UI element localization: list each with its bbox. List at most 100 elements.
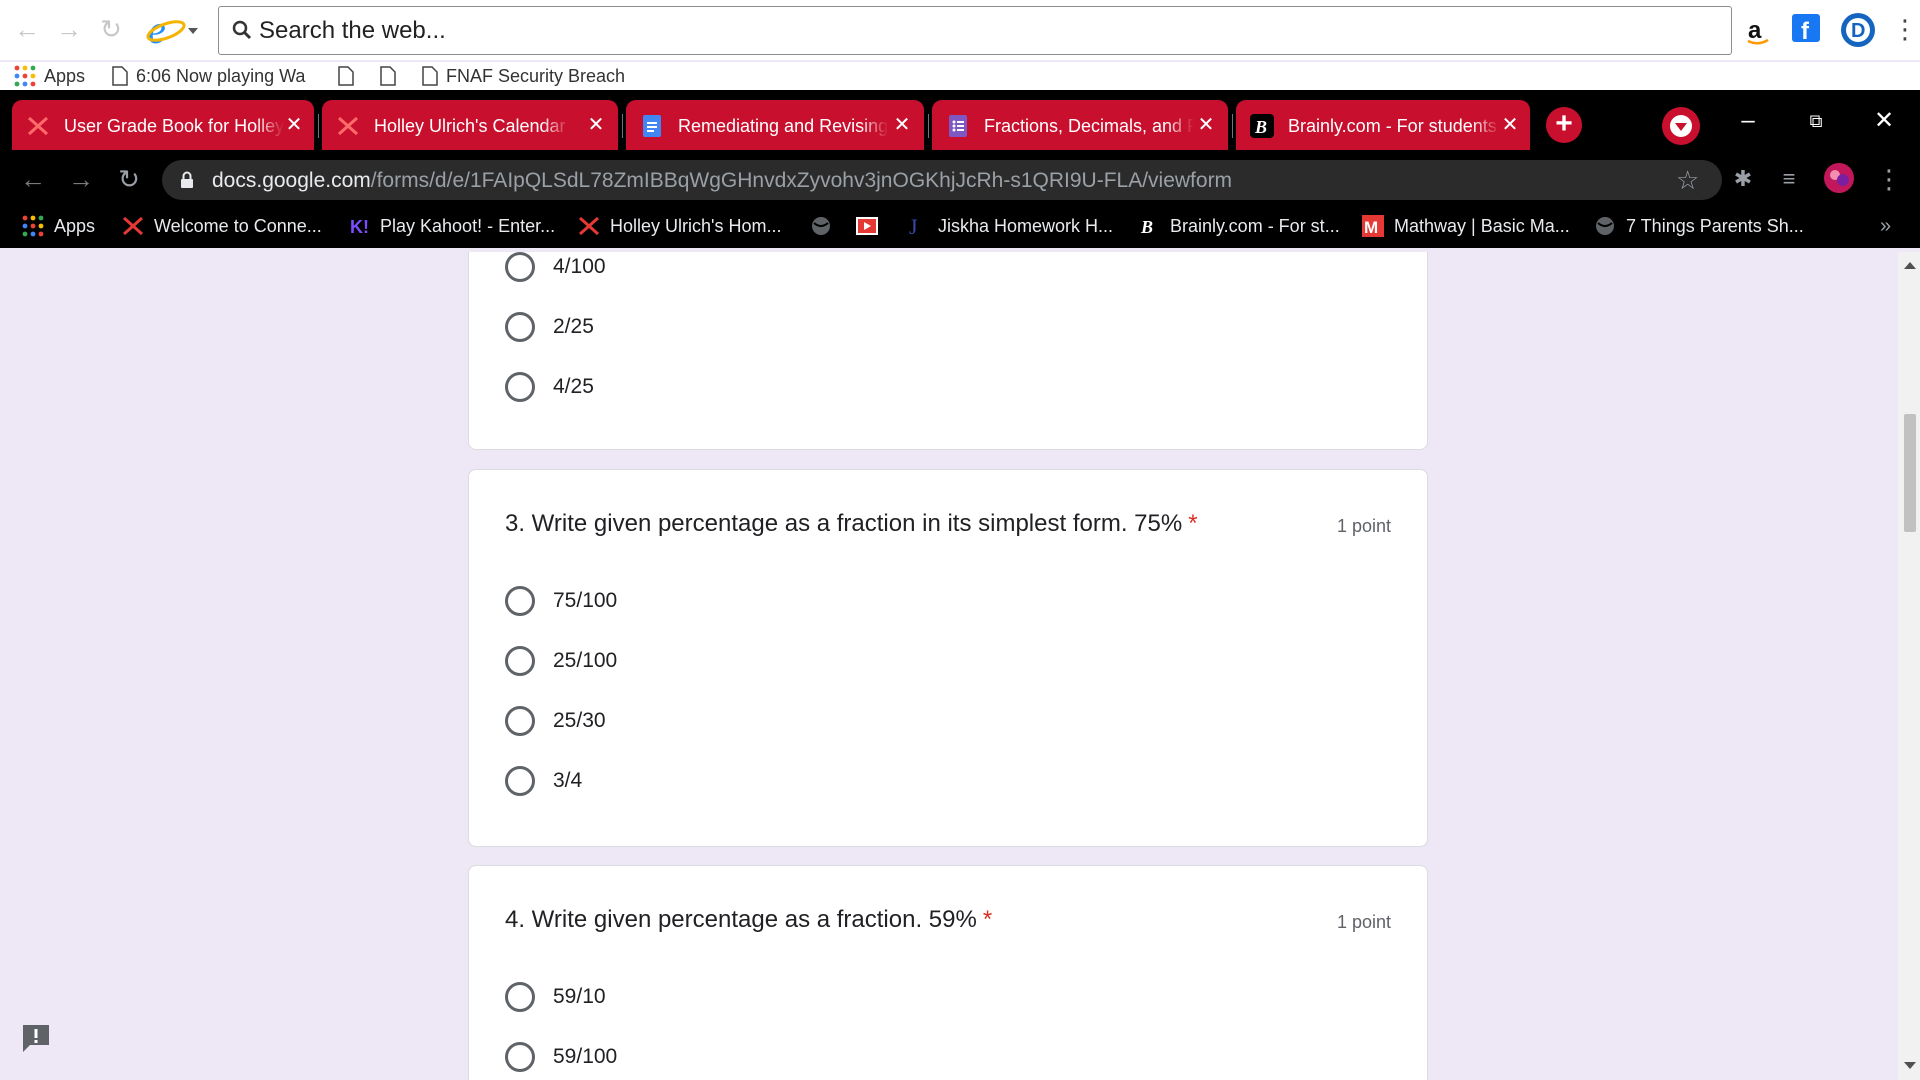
outer-forward-icon[interactable]: → [52, 12, 86, 46]
option-row[interactable]: 3/4 [505, 765, 582, 797]
outer-bookmark-label: 6:06 Now playing Wa [136, 65, 306, 86]
question-points: 1 point [1336, 516, 1391, 536]
tab-fractions-form[interactable]: Fractions, Decimals, and Percents ✕ [932, 100, 1228, 150]
svg-text:J: J [909, 215, 918, 237]
question-card-3: 3. Write given percentage as a fraction … [468, 469, 1428, 847]
bookmark-apps[interactable]: Apps [22, 214, 95, 238]
question-card-4: 4. Write given percentage as a fraction.… [468, 865, 1428, 1080]
outer-search-input[interactable] [259, 14, 1659, 48]
option-row[interactable]: 75/100 [505, 585, 617, 617]
outer-back-icon[interactable]: ← [10, 12, 44, 46]
radio-button[interactable] [505, 372, 535, 402]
svg-text:K!: K! [350, 217, 369, 237]
option-row[interactable]: 59/10 [505, 981, 606, 1013]
option-row[interactable]: 25/30 [505, 705, 606, 737]
vertical-scrollbar[interactable] [1898, 252, 1920, 1080]
brainly-icon: B [1140, 217, 1153, 237]
report-feedback-icon[interactable] [20, 1022, 52, 1054]
option-row[interactable]: 4/100 [505, 252, 606, 283]
chrome-menu-icon[interactable]: ⋮ [1872, 162, 1906, 196]
new-tab-button[interactable]: + [1546, 107, 1582, 143]
outer-bookmark-fnaf[interactable]: FNAF Security Breach [422, 65, 627, 87]
option-row[interactable]: 2/25 [505, 311, 594, 343]
radio-button[interactable] [505, 982, 535, 1012]
radio-button[interactable] [505, 706, 535, 736]
radio-button[interactable] [505, 1042, 535, 1072]
svg-text:f: f [1801, 18, 1810, 42]
back-icon[interactable]: ← [16, 162, 50, 196]
youtube-icon [856, 217, 878, 235]
outer-reload-icon[interactable]: ↻ [94, 12, 128, 46]
scroll-up-arrow-icon[interactable] [1904, 262, 1916, 269]
bookmark-holley-home[interactable]: Holley Ulrich's Hom... [578, 214, 781, 238]
bookmark-mathway[interactable]: M Mathway | Basic Ma... [1362, 214, 1570, 238]
outer-bookmark-page[interactable] [380, 65, 396, 87]
bookmark-star-icon[interactable]: ☆ [1676, 167, 1702, 193]
question-card-2: 4/100 2/25 4/25 [468, 252, 1428, 450]
radio-button[interactable] [505, 312, 535, 342]
bookmark-parents[interactable]: 7 Things Parents Sh... [1594, 214, 1804, 238]
radio-button[interactable] [505, 766, 535, 796]
restore-icon[interactable]: ⧉ [1796, 104, 1836, 138]
media-queue-icon[interactable]: ≡ [1772, 162, 1806, 196]
facebook-icon[interactable]: f [1792, 14, 1820, 48]
chevron-down-icon[interactable] [1662, 107, 1700, 145]
outer-bookmark-apps[interactable]: Apps [14, 65, 85, 87]
svg-text:M: M [1364, 218, 1378, 237]
bookmark-globe[interactable] [810, 214, 832, 238]
red-x-logo-icon [28, 116, 48, 136]
bookmark-welcome[interactable]: Welcome to Conne... [122, 214, 322, 238]
tab-calendar[interactable]: Holley Ulrich's Calendar ✕ [322, 100, 618, 150]
scrollbar-thumb[interactable] [1904, 414, 1916, 532]
bookmarks-bar: Apps Welcome to Conne... K! Play Kahoot!… [0, 202, 1920, 248]
outer-bookmarks-bar: Apps 6:06 Now playing Wa FNAF Security B… [0, 62, 1920, 90]
google-docs-icon [643, 115, 661, 137]
address-bar[interactable]: docs.google.com/forms/d/e/1FAIpQLSdL78Zm… [162, 160, 1722, 200]
address-row: ← → ↻ docs.google.com/forms/d/e/1FAIpQLS… [0, 156, 1920, 202]
internet-explorer-icon[interactable]: e [146, 7, 202, 52]
form-page: 4/100 2/25 4/25 3. Write given percentag… [0, 252, 1898, 1080]
radio-button[interactable] [505, 586, 535, 616]
globe-icon [812, 217, 830, 235]
bookmark-kahoot[interactable]: K! Play Kahoot! - Enter... [348, 214, 555, 238]
outer-menu-icon[interactable]: ⋮ [1892, 12, 1918, 46]
tab-close-icon[interactable]: ✕ [1194, 113, 1218, 137]
bookmark-youtube[interactable] [856, 214, 878, 238]
brainly-icon: B [1250, 114, 1274, 138]
radio-button[interactable] [505, 252, 535, 282]
window-close-icon[interactable]: ✕ [1864, 104, 1904, 138]
outer-bookmark-page[interactable] [338, 65, 354, 87]
scroll-down-arrow-icon[interactable] [1904, 1062, 1916, 1069]
tab-close-icon[interactable]: ✕ [890, 113, 914, 137]
forward-icon[interactable]: → [64, 162, 98, 196]
extensions-icon[interactable]: ✱ [1726, 162, 1760, 196]
tab-close-icon[interactable]: ✕ [282, 113, 306, 137]
bookmarks-overflow-icon[interactable]: » [1880, 214, 1891, 238]
svg-text:B: B [1254, 117, 1267, 137]
outer-bookmark-now-playing[interactable]: 6:06 Now playing Wa [112, 65, 317, 87]
amazon-icon[interactable]: a [1746, 14, 1770, 48]
profile-avatar[interactable] [1822, 162, 1856, 196]
tab-remediating[interactable]: Remediating and Revising ✕ [626, 100, 924, 150]
outer-bookmark-label: FNAF Security Breach [446, 65, 626, 86]
bookmark-jiskha[interactable]: J Jiskha Homework H... [906, 214, 1113, 238]
red-x-logo-icon [579, 216, 599, 236]
outer-search-box[interactable] [218, 6, 1732, 55]
google-forms-icon [949, 115, 967, 137]
tab-close-icon[interactable]: ✕ [1498, 113, 1522, 137]
reload-icon[interactable]: ↻ [112, 162, 146, 196]
profile-avatar[interactable]: D [1840, 12, 1876, 47]
option-row[interactable]: 25/100 [505, 645, 617, 677]
option-row[interactable]: 4/25 [505, 371, 594, 403]
svg-text:a: a [1748, 17, 1762, 44]
minimize-icon[interactable]: – [1728, 104, 1768, 138]
mathway-icon: M [1362, 215, 1384, 237]
tab-brainly[interactable]: B Brainly.com - For students ✕ [1236, 100, 1530, 150]
outer-browser-toolbar: ← → ↻ e a f D ⋮ [0, 0, 1920, 60]
radio-button[interactable] [505, 646, 535, 676]
option-row[interactable]: 59/100 [505, 1041, 617, 1073]
tab-close-icon[interactable]: ✕ [584, 113, 608, 137]
bookmark-brainly[interactable]: B Brainly.com - For st... [1138, 214, 1340, 238]
tab-grade-book[interactable]: User Grade Book for Holley Ulrich ✕ [12, 100, 314, 150]
question-points: 1 point [1336, 912, 1391, 932]
